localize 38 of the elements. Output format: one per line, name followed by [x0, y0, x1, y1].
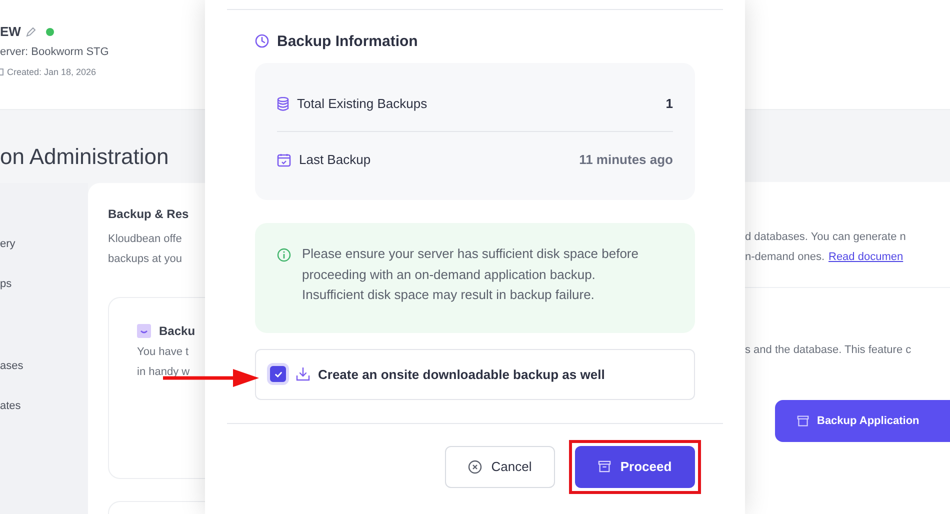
proceed-button[interactable]: Proceed [575, 446, 695, 488]
backup-application-button[interactable]: Backup Application [775, 400, 950, 442]
database-icon [277, 96, 289, 110]
server-name: erver: Bookworm STG [0, 46, 110, 58]
documentation-link[interactable]: Read documen [828, 247, 904, 267]
sidebar-item[interactable]: ps [0, 278, 88, 318]
status-dot-icon [46, 28, 54, 36]
checkbox-label: Create an onsite downloadable backup as well [318, 366, 605, 382]
sidebar-item[interactable]: ery [0, 238, 88, 278]
checkbox[interactable] [270, 366, 286, 382]
notice-text: Please ensure your server has sufficient disk space before proceeding with an on-demand application backup. Insufficient disk space may result in backup failure. [302, 245, 640, 304]
clock-icon [255, 34, 269, 48]
stat-label: Last Backup [299, 152, 372, 167]
section-title: Backup & Res [108, 207, 190, 221]
cancel-button[interactable]: Cancel [445, 446, 555, 488]
section-description: n-demand ones. [745, 250, 824, 265]
page-title: on Administration [0, 143, 170, 170]
created-date: Created: Jan 18, 2026 [7, 67, 96, 77]
section-description: Kloudbean offe [108, 232, 183, 247]
sidebar-item[interactable]: ates [0, 400, 88, 440]
close-icon [468, 460, 482, 474]
pencil-icon[interactable] [26, 26, 36, 36]
section-description: backups at you [108, 252, 183, 267]
info-icon [277, 248, 291, 262]
section-title: Backup Information [277, 32, 418, 50]
card-description: You have t [137, 345, 190, 360]
app-name: EW [0, 24, 21, 39]
section-description: d databases. You can generate n [745, 230, 907, 245]
download-icon [296, 367, 310, 381]
card-description: in handy w [137, 365, 191, 380]
calendar-check-icon [277, 152, 291, 166]
checkmark-icon [274, 370, 282, 378]
card-title: Backu [159, 324, 196, 338]
sidebar-item[interactable]: ases [0, 360, 88, 400]
stat-value: 1 [666, 96, 673, 111]
card-description: s and the database. This feature c [745, 343, 912, 358]
stat-label: Total Existing Backups [297, 96, 428, 111]
stat-value: 11 minutes ago [579, 152, 673, 167]
